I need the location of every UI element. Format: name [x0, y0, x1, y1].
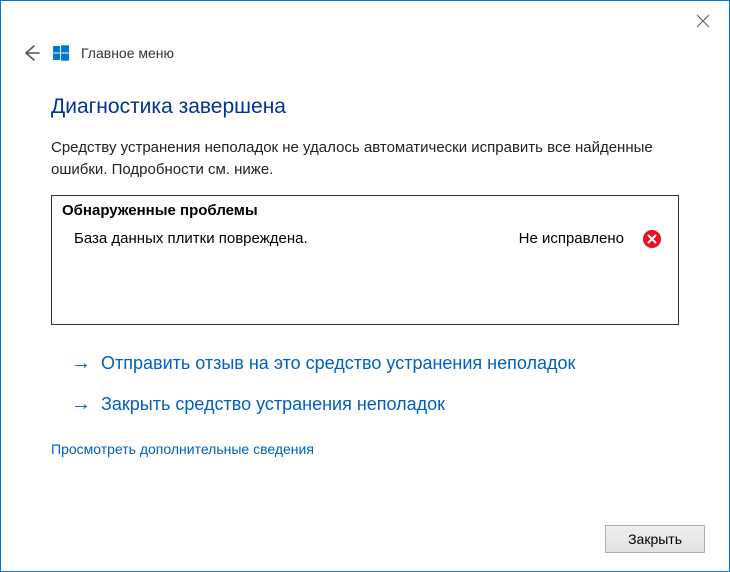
close-troubleshooter-link[interactable]: → Закрыть средство устранения неполадок	[51, 386, 679, 423]
problem-status: Не исправлено	[519, 230, 624, 247]
back-arrow-icon[interactable]	[21, 43, 41, 63]
send-feedback-link[interactable]: → Отправить отзыв на это средство устран…	[51, 345, 679, 382]
problem-description: База данных плитки повреждена.	[74, 230, 519, 247]
problems-header: Обнаруженные проблемы	[52, 196, 678, 225]
problems-box: Обнаруженные проблемы База данных плитки…	[51, 195, 679, 325]
header-row: Главное меню	[1, 41, 729, 73]
footer: Закрыть	[605, 525, 705, 553]
breadcrumb: Главное меню	[81, 45, 174, 61]
summary-text: Средству устранения неполадок не удалось…	[51, 137, 679, 181]
titlebar	[1, 1, 729, 41]
content-area: Диагностика завершена Средству устранени…	[1, 73, 729, 459]
problem-row: База данных плитки повреждена. Не исправ…	[52, 225, 678, 253]
arrow-right-icon: →	[71, 353, 91, 373]
page-title: Диагностика завершена	[51, 95, 679, 119]
send-feedback-label: Отправить отзыв на это средство устранен…	[101, 353, 575, 374]
view-details-link[interactable]: Просмотреть дополнительные сведения	[51, 441, 314, 457]
arrow-right-icon: →	[71, 394, 91, 414]
close-icon[interactable]	[695, 13, 711, 29]
windows-logo-icon	[53, 45, 69, 61]
error-icon	[642, 229, 662, 249]
close-troubleshooter-label: Закрыть средство устранения неполадок	[101, 394, 445, 415]
dialog-window: Главное меню Диагностика завершена Средс…	[0, 0, 730, 572]
close-button[interactable]: Закрыть	[605, 525, 705, 553]
